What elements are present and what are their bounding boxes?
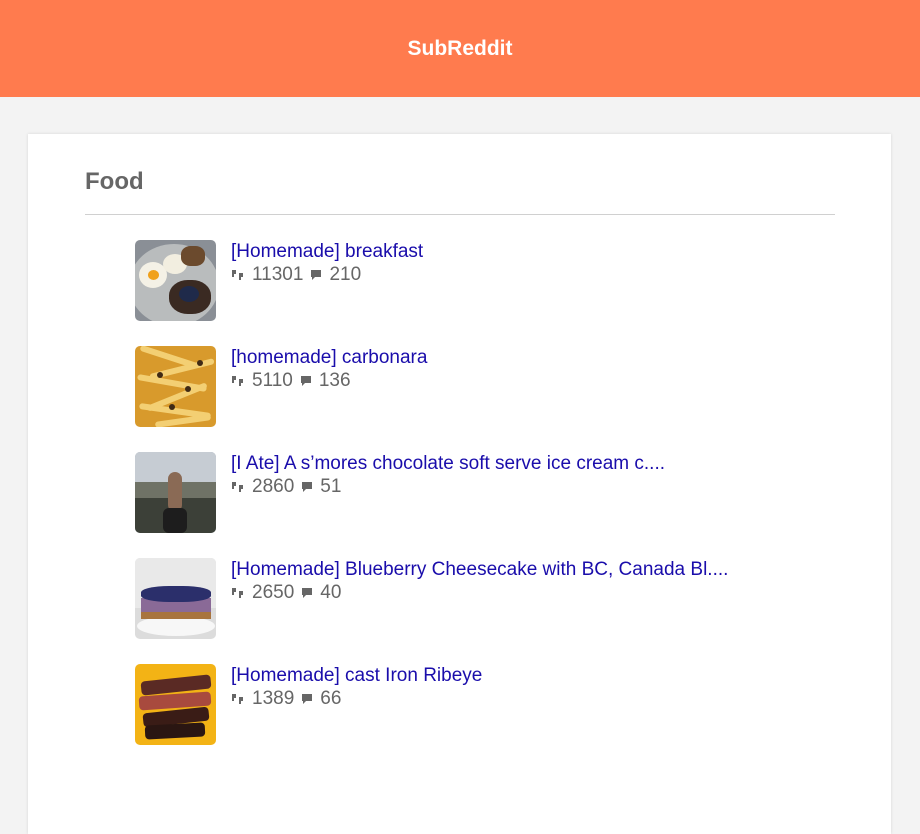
- post-info: [homemade] carbonara 5110 136: [231, 347, 427, 392]
- upvote-icon: [232, 270, 243, 280]
- post-item: [Homemade] Blueberry Cheesecake with BC,…: [135, 558, 728, 639]
- subreddit-card: Food [Homemade] breakfast 11301 210 [hom…: [28, 134, 891, 834]
- upvote-icon: [232, 482, 243, 492]
- app-header: SubReddit: [0, 0, 920, 97]
- post-title-link[interactable]: [homemade] carbonara: [231, 347, 427, 369]
- comment-icon: [302, 694, 313, 704]
- app-title: SubReddit: [407, 36, 513, 60]
- post-meta: 5110 136: [231, 370, 427, 392]
- post-meta: 2860 51: [231, 476, 665, 498]
- post-title-link[interactable]: [Homemade] Blueberry Cheesecake with BC,…: [231, 559, 728, 581]
- upvote-icon: [232, 376, 243, 386]
- upvote-icon: [232, 694, 243, 704]
- carbonara-thumbnail[interactable]: [135, 346, 216, 427]
- post-item: [homemade] carbonara 5110 136: [135, 346, 728, 427]
- post-list: [Homemade] breakfast 11301 210 [homemade…: [135, 240, 728, 770]
- post-comments: 40: [320, 582, 342, 603]
- comment-icon: [300, 376, 311, 386]
- post-info: [Homemade] cast Iron Ribeye 1389 66: [231, 665, 482, 710]
- upvote-icon: [232, 588, 243, 598]
- post-comments: 136: [318, 370, 351, 391]
- post-score: 1389: [252, 688, 295, 709]
- post-info: [Homemade] Blueberry Cheesecake with BC,…: [231, 559, 728, 604]
- post-score: 2860: [252, 476, 295, 497]
- post-comments: 51: [320, 476, 342, 497]
- post-item: [I Ate] A s’mores chocolate soft serve i…: [135, 452, 728, 533]
- post-title-link[interactable]: [Homemade] cast Iron Ribeye: [231, 665, 482, 687]
- breakfast-thumbnail[interactable]: [135, 240, 216, 321]
- post-meta: 1389 66: [231, 688, 482, 710]
- post-info: [Homemade] breakfast 11301 210: [231, 241, 423, 286]
- comment-icon: [311, 270, 322, 280]
- post-comments: 66: [320, 688, 342, 709]
- post-score: 2650: [252, 582, 295, 603]
- post-meta: 2650 40: [231, 582, 728, 604]
- post-item: [Homemade] cast Iron Ribeye 1389 66: [135, 664, 728, 745]
- post-score: 5110: [252, 370, 293, 391]
- ribeye-thumbnail[interactable]: [135, 664, 216, 745]
- post-comments: 210: [329, 264, 362, 285]
- section-title: Food: [85, 168, 144, 195]
- divider: [85, 214, 835, 215]
- comment-icon: [302, 588, 313, 598]
- post-meta: 11301 210: [231, 264, 423, 286]
- post-title-link[interactable]: [I Ate] A s’mores chocolate soft serve i…: [231, 453, 665, 475]
- post-info: [I Ate] A s’mores chocolate soft serve i…: [231, 453, 665, 498]
- post-score: 11301: [252, 264, 304, 285]
- comment-icon: [302, 482, 313, 492]
- post-title-link[interactable]: [Homemade] breakfast: [231, 241, 423, 263]
- post-item: [Homemade] breakfast 11301 210: [135, 240, 728, 321]
- ice-cream-thumbnail[interactable]: [135, 452, 216, 533]
- cheesecake-thumbnail[interactable]: [135, 558, 216, 639]
